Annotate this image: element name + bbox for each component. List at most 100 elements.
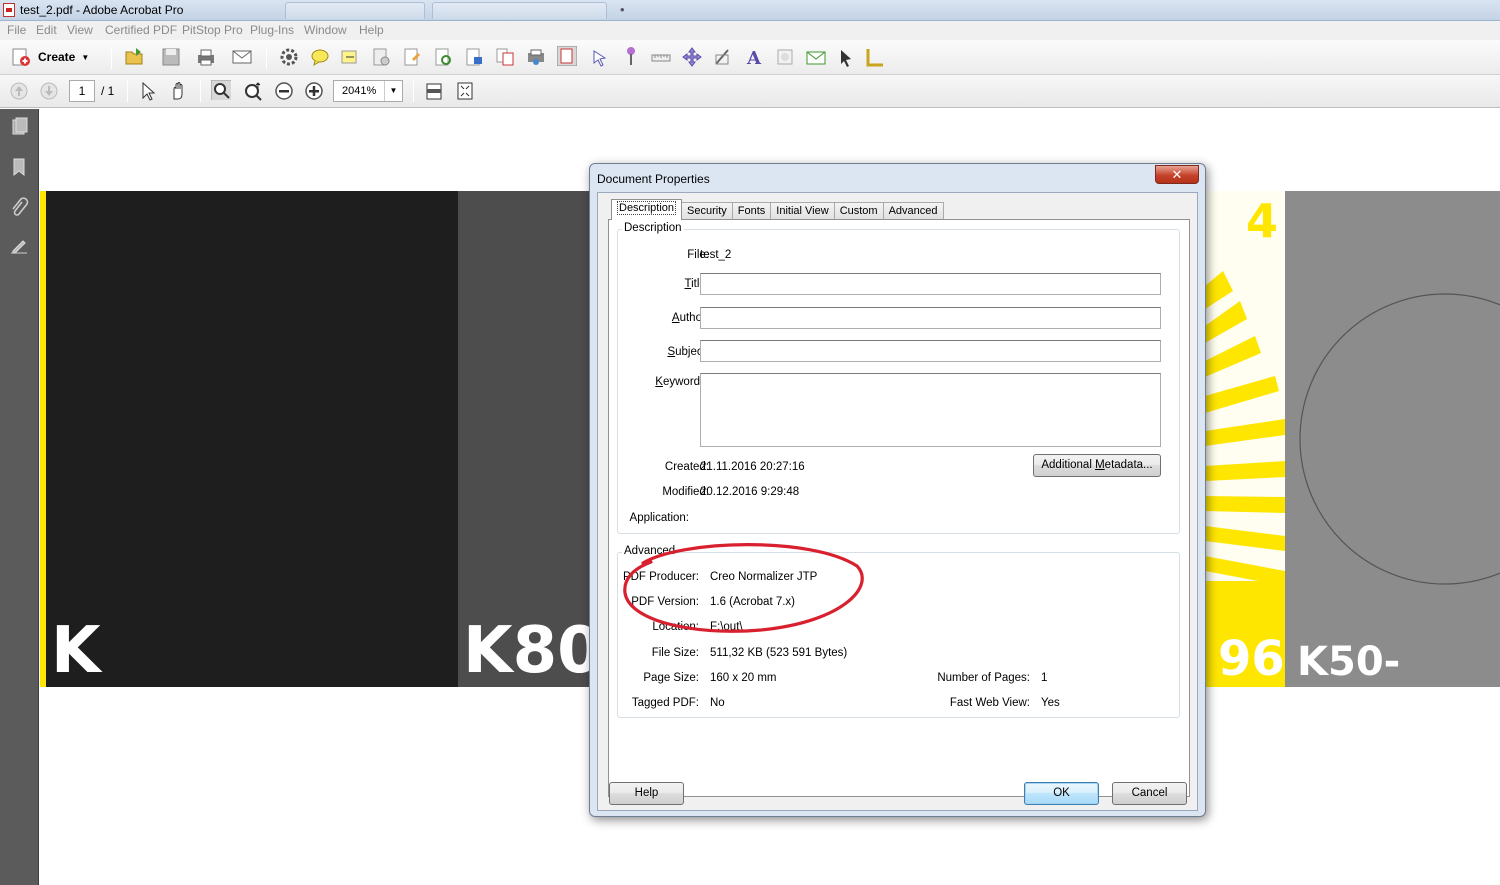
window-title: test_2.pdf - Adobe Acrobat Pro	[20, 3, 184, 17]
select-tool-icon[interactable]	[138, 81, 158, 101]
highlight-text-icon[interactable]	[340, 47, 360, 67]
marquee-zoom-icon[interactable]	[211, 80, 231, 100]
select-object-tool-icon[interactable]	[590, 48, 610, 68]
preflight-icon[interactable]	[557, 46, 577, 66]
number-of-pages-value: 1	[1041, 672, 1048, 684]
author-label: Author:	[671, 312, 709, 324]
create-button[interactable]: Create ▼	[10, 46, 89, 68]
background-window-tab	[285, 2, 425, 19]
compare-documents-icon[interactable]	[495, 47, 515, 67]
signatures-icon[interactable]	[9, 237, 29, 257]
print-icon[interactable]	[196, 47, 216, 67]
document-export-icon[interactable]	[464, 47, 484, 67]
tab-initial-view[interactable]: Initial View	[770, 202, 835, 220]
dialog-title: Document Properties	[597, 172, 710, 186]
location-label: Location:	[652, 621, 699, 633]
modified-value: 20.12.2016 9:29:48	[700, 486, 800, 498]
crop-rotate-icon[interactable]	[713, 47, 733, 67]
navigation-pane	[0, 109, 39, 885]
open-folder-icon[interactable]	[124, 46, 144, 66]
menu-pitstop-pro[interactable]: PitStop Pro	[182, 23, 243, 37]
menu-help[interactable]: Help	[359, 23, 384, 37]
fit-width-icon[interactable]	[424, 81, 444, 101]
page-total-label: / 1	[101, 84, 115, 98]
document-tool-icon[interactable]	[371, 47, 391, 67]
tagged-pdf-value: No	[710, 697, 725, 709]
page-number-input[interactable]: 1	[69, 80, 95, 102]
application-label: Application:	[629, 512, 689, 524]
measure-ruler-icon[interactable]	[651, 48, 671, 68]
swatch-label-4: 4	[1246, 194, 1279, 248]
description-group-title: Description	[622, 222, 684, 234]
output-preview-icon[interactable]	[526, 47, 546, 67]
fit-page-icon[interactable]	[455, 81, 475, 101]
menu-bar: File Edit View Certified PDF PitStop Pro…	[0, 21, 1500, 40]
zoom-level-select[interactable]: 2041% ▼	[333, 80, 403, 102]
save-icon[interactable]	[161, 47, 181, 67]
image-edit-icon[interactable]	[775, 47, 795, 67]
close-button[interactable]: ✕	[1155, 165, 1199, 184]
settings-gear-icon[interactable]	[279, 47, 299, 67]
help-button[interactable]: Help	[609, 782, 684, 805]
menu-file[interactable]: File	[7, 23, 26, 37]
previous-page-icon[interactable]	[9, 81, 29, 101]
text-edit-icon[interactable]: A	[744, 47, 764, 67]
new-tab-icon: •	[620, 2, 625, 17]
tab-custom[interactable]: Custom	[833, 202, 884, 220]
ok-button[interactable]: OK	[1024, 782, 1099, 805]
pdf-version-label: PDF Version:	[631, 596, 699, 608]
swatch-k	[46, 191, 458, 687]
advanced-group-title: Advanced	[622, 545, 678, 557]
next-page-icon[interactable]	[39, 81, 59, 101]
menu-window[interactable]: Window	[304, 23, 347, 37]
document-refresh-icon[interactable]	[433, 47, 453, 67]
zoom-level-value: 2041%	[342, 85, 377, 97]
window-titlebar: test_2.pdf - Adobe Acrobat Pro •	[0, 0, 1500, 21]
author-field[interactable]	[700, 307, 1161, 329]
modified-label: Modified:	[662, 486, 709, 498]
tab-advanced[interactable]: Advanced	[882, 202, 944, 220]
cancel-button[interactable]: Cancel	[1112, 782, 1187, 805]
swatch-label-96: 96	[1218, 631, 1285, 687]
fast-web-view-label: Fast Web View:	[949, 697, 1030, 709]
chevron-down-icon[interactable]: ▼	[384, 81, 402, 101]
document-sign-icon[interactable]	[402, 47, 422, 67]
toolbar-separator	[413, 80, 414, 102]
tab-description[interactable]: Description	[611, 199, 683, 220]
menu-plug-ins[interactable]: Plug-Ins	[250, 23, 294, 37]
corner-ruler-icon[interactable]	[865, 47, 885, 67]
keywords-field[interactable]	[700, 373, 1161, 447]
hand-tool-icon[interactable]	[168, 81, 188, 101]
email-icon[interactable]	[232, 47, 252, 67]
zoom-in-icon[interactable]	[304, 81, 324, 101]
swatch-k80	[458, 191, 598, 687]
pdf-producer-label: PDF Producer:	[622, 571, 699, 583]
menu-edit[interactable]: Edit	[36, 23, 57, 37]
zoom-out-icon[interactable]	[274, 81, 294, 101]
arrow-cursor-icon[interactable]	[836, 48, 856, 68]
pin-tool-icon[interactable]	[621, 46, 641, 66]
file-size-label: File Size:	[651, 647, 699, 659]
dynamic-zoom-icon[interactable]	[243, 81, 263, 101]
file-value: test_2	[700, 249, 732, 261]
page-size-label: Page Size:	[643, 672, 699, 684]
title-label: Title:	[684, 278, 709, 290]
menu-view[interactable]: View	[67, 23, 93, 37]
tab-fonts[interactable]: Fonts	[731, 202, 772, 220]
title-field[interactable]	[700, 273, 1161, 295]
svg-text:A: A	[746, 48, 762, 67]
subject-field[interactable]	[700, 340, 1161, 362]
attachments-paperclip-icon[interactable]	[9, 197, 29, 217]
toolbar-separator	[200, 80, 201, 102]
move-transform-icon[interactable]	[682, 47, 702, 67]
page-thumbnails-icon[interactable]	[9, 117, 29, 137]
bookmarks-icon[interactable]	[9, 157, 29, 177]
create-pdf-icon	[12, 48, 30, 66]
file-label: File:	[687, 249, 709, 261]
additional-metadata-button[interactable]: Additional Metadata...	[1033, 454, 1161, 477]
background-window-tab	[432, 2, 607, 19]
comment-icon[interactable]	[310, 47, 330, 67]
tab-security[interactable]: Security	[681, 202, 733, 220]
menu-certified-pdf[interactable]: Certified PDF	[105, 23, 177, 37]
envelope-green-icon[interactable]	[806, 48, 826, 68]
